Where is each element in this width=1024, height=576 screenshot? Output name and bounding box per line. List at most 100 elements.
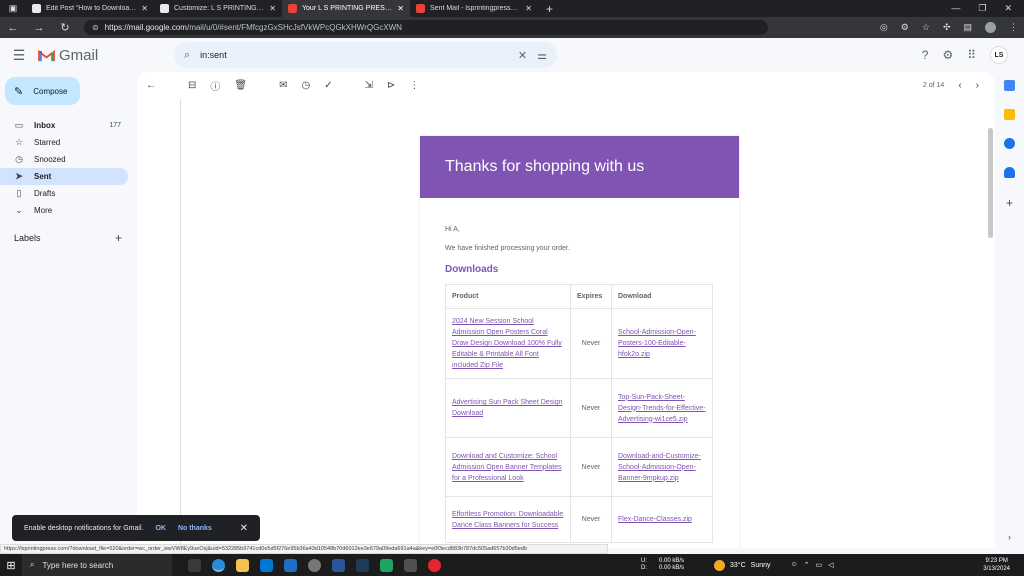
minimize-icon[interactable]: —	[951, 3, 960, 14]
taskbar-search[interactable]: ⌕ Type here to search	[22, 554, 172, 576]
whatsapp-icon[interactable]	[380, 558, 393, 572]
close-tab-icon[interactable]: ✕	[397, 4, 404, 13]
eye-icon[interactable]: ◎	[880, 22, 888, 33]
tab-title: Your L S PRINTING PRESS order	[302, 5, 392, 12]
apps-grid-icon[interactable]: ⠿	[967, 48, 976, 62]
keep-icon[interactable]	[1004, 109, 1015, 120]
compose-button[interactable]: ✎ Compose	[5, 77, 80, 105]
close-window-icon[interactable]: ✕	[1004, 3, 1012, 14]
settings-gear-icon[interactable]: ⚙	[942, 48, 953, 62]
window-controls: — ❐ ✕	[951, 3, 1024, 14]
reload-icon[interactable]: ↻	[58, 21, 72, 34]
tasks-icon[interactable]	[1004, 138, 1015, 149]
search-options-icon[interactable]: ⚌	[537, 49, 547, 62]
browser-profile-avatar[interactable]	[985, 22, 996, 33]
browser-tab-edit-post[interactable]: Edit Post “How to Download Gro ✕	[26, 0, 154, 17]
snooze-icon[interactable]: ◷	[301, 80, 310, 91]
sidebar-item-more[interactable]: ⌄ More	[0, 202, 128, 219]
file-explorer-icon[interactable]	[236, 558, 249, 572]
more-menu-icon[interactable]: ⋮	[1009, 22, 1018, 33]
product-cell: Advertising Sun Pack Sheet Design Downlo…	[445, 378, 571, 438]
product-link[interactable]: Advertising Sun Pack Sheet Design Downlo…	[452, 399, 563, 417]
windows-start-icon[interactable]: ⊞	[0, 559, 22, 572]
url-field[interactable]: ⊜ https://mail.google.com/mail/u/0/#sent…	[84, 20, 768, 35]
restore-icon[interactable]: ❐	[978, 3, 986, 14]
forward-arrow-icon[interactable]: →	[32, 22, 46, 34]
main-menu-icon[interactable]: ☰	[0, 47, 38, 64]
browser-tab-sent-mail[interactable]: Sent Mail - lsprintingpress5580@ ✕	[410, 0, 538, 17]
word-icon[interactable]	[332, 558, 345, 572]
product-link[interactable]: Download and Customize: School Admission…	[452, 453, 562, 482]
sidebar-item-drafts[interactable]: ▯ Drafts	[0, 185, 128, 202]
site-info-icon[interactable]: ⊜	[92, 23, 99, 32]
download-link[interactable]: School-Admission-Open-Posters-100-Editab…	[618, 329, 696, 358]
show-hidden-icons-chevron-icon[interactable]: ⌃	[804, 561, 810, 569]
calendar-icon[interactable]	[1004, 80, 1015, 91]
product-link[interactable]: 2024 New Session School Admission Open P…	[452, 318, 562, 369]
clock-icon: ◷	[15, 154, 23, 164]
store-icon[interactable]	[260, 558, 273, 572]
account-avatar[interactable]: LS	[990, 46, 1008, 64]
settings-app-icon[interactable]	[308, 558, 321, 572]
extension-icon[interactable]: ⚙	[901, 22, 909, 33]
back-arrow-icon[interactable]: ←	[6, 22, 20, 34]
search-icon[interactable]: ⌕	[184, 49, 190, 62]
label-icon[interactable]: ⊳	[387, 80, 395, 91]
weather-widget[interactable]: 33°C Sunny	[714, 559, 771, 571]
close-tab-icon[interactable]: ✕	[269, 4, 276, 13]
task-view-icon[interactable]	[188, 558, 201, 572]
move-to-icon[interactable]: ⇲	[365, 80, 373, 91]
extensions-puzzle-icon[interactable]: ✣	[943, 22, 951, 33]
browser-tab-customize[interactable]: Customize: L S PRINTING PRESS ✕	[154, 0, 282, 17]
bookmark-star-icon[interactable]: ☆	[922, 22, 930, 33]
search-input[interactable]	[200, 50, 508, 60]
download-link[interactable]: Top-Sun-Pack-Sheet-Design-Trends-for-Eff…	[618, 394, 706, 423]
weather-condition: Sunny	[750, 561, 771, 569]
no-thanks-button[interactable]: No thanks	[178, 525, 212, 532]
help-icon[interactable]: ?	[922, 48, 929, 62]
new-tab-button[interactable]: +	[538, 2, 561, 16]
download-link[interactable]: Flex-Dance-Classes.zip	[618, 516, 692, 523]
app-icon[interactable]	[404, 558, 417, 572]
volume-icon[interactable]: ◁	[828, 561, 833, 569]
sidebar-item-inbox[interactable]: ▭ Inbox 177	[0, 117, 128, 134]
gmail-m-icon	[38, 49, 55, 61]
older-chevron-icon[interactable]: ›	[976, 80, 979, 91]
edge-icon[interactable]	[212, 558, 225, 572]
mail-icon[interactable]	[284, 558, 297, 572]
tab-actions-icon[interactable]: ▣	[0, 0, 26, 17]
opera-icon[interactable]	[428, 558, 441, 572]
scrollbar[interactable]	[988, 128, 993, 238]
search-bar[interactable]: ⌕ ✕ ⚌	[174, 42, 557, 68]
ok-button[interactable]: OK	[155, 525, 166, 532]
archive-icon[interactable]: ⊟	[188, 80, 196, 91]
mark-unread-icon[interactable]: ✉	[279, 80, 287, 91]
sidebar-item-label: Sent	[34, 172, 52, 181]
add-task-icon[interactable]: ✓	[324, 80, 332, 91]
taskbar-clock[interactable]: 9:23 PM 3/13/2024	[983, 557, 1024, 573]
gmail-logo[interactable]: Gmail	[38, 47, 138, 64]
network-icon[interactable]: ▭	[816, 561, 823, 569]
clear-search-icon[interactable]: ✕	[518, 49, 527, 62]
newer-chevron-icon[interactable]: ‹	[958, 80, 961, 91]
browser-tab-order[interactable]: Your L S PRINTING PRESS order ✕	[282, 0, 410, 17]
get-addons-icon[interactable]: +	[1006, 196, 1013, 210]
delete-icon[interactable]: 🗑	[234, 80, 247, 91]
sidebar-item-snoozed[interactable]: ◷ Snoozed	[0, 151, 128, 168]
back-to-sent-icon[interactable]: ←	[146, 80, 156, 91]
hide-panel-chevron-icon[interactable]: ›	[1008, 532, 1011, 542]
contacts-icon[interactable]	[1004, 167, 1015, 178]
add-label-icon[interactable]: +	[115, 231, 128, 245]
close-tab-icon[interactable]: ✕	[525, 4, 532, 13]
product-link[interactable]: Effortless Promotion: Downloadable Dance…	[452, 511, 563, 529]
report-spam-icon[interactable]: ⓘ	[210, 78, 220, 93]
people-icon[interactable]: ☺	[791, 561, 798, 569]
download-link[interactable]: Download-and-Customize-School-Admission-…	[618, 453, 701, 482]
sidebar-item-starred[interactable]: ☆ Starred	[0, 134, 128, 151]
close-icon[interactable]: ✕	[240, 523, 248, 534]
close-tab-icon[interactable]: ✕	[141, 4, 148, 13]
sidebar-item-sent[interactable]: ➤ Sent	[0, 168, 128, 185]
app-icon[interactable]	[356, 558, 369, 572]
more-actions-icon[interactable]: ⋮	[409, 80, 419, 91]
collections-icon[interactable]: ▤	[963, 22, 972, 33]
